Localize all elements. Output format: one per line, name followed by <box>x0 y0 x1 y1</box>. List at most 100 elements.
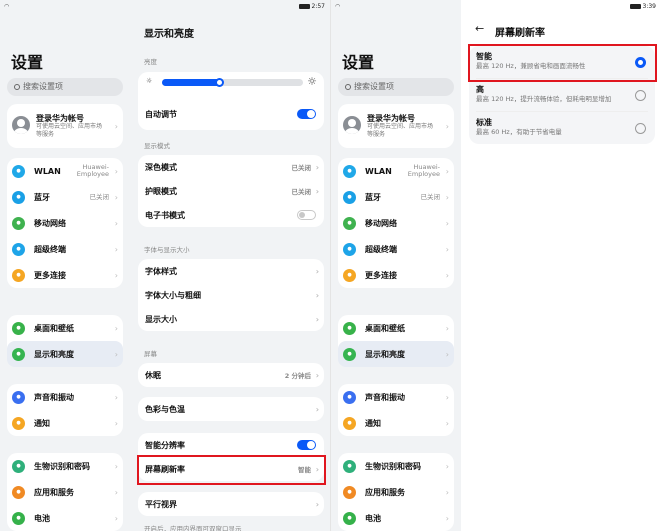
sidebar-item[interactable]: ● WLAN Huawei-Employee › <box>338 158 454 184</box>
parallel-view-hint: 开启后，应用内界面可双窗口显示 <box>144 525 242 531</box>
auto-adjust-label: 自动调节 <box>145 109 177 119</box>
sidebar-item-label: WLAN <box>365 166 392 176</box>
sidebar-item-label: 应用和服务 <box>365 487 405 497</box>
bluetooth-icon: ● <box>12 190 25 204</box>
personalization-group: ● 桌面和壁纸 › ● 显示和亮度 › <box>7 315 123 367</box>
brightness-slider[interactable] <box>162 78 303 87</box>
chevron-right-icon: › <box>114 122 118 131</box>
account-card[interactable]: 登录华为帐号 可使用云空间、应用市场等服务 › <box>338 104 454 148</box>
sidebar-item-label: 移动网络 <box>34 218 66 228</box>
sidebar-item-value: Huawei-Employee <box>76 163 109 178</box>
chevron-right-icon: › <box>445 487 449 497</box>
sleep-item[interactable]: 休眠 2 分钟后 › <box>138 363 324 387</box>
sidebar-item[interactable]: ● 更多连接 › <box>338 262 454 288</box>
smart-resolution-item: 智能分辨率 <box>138 433 324 457</box>
sidebar-item-label: 通知 <box>34 418 50 428</box>
sidebar-item[interactable]: ● 电池 › <box>338 505 454 531</box>
radio-button[interactable] <box>635 123 646 134</box>
sidebar-item[interactable]: ● WLAN Huawei-Employee › <box>7 158 123 184</box>
sidebar-item[interactable]: ● 超级终端 › <box>7 236 123 262</box>
sidebar-item[interactable]: ● 应用和服务 › <box>7 479 123 505</box>
search-input[interactable]: 搜索设置项 <box>338 78 454 96</box>
search-input[interactable]: 搜索设置项 <box>7 78 123 96</box>
font-style-item[interactable]: 字体样式 › <box>138 259 324 283</box>
sidebar-item[interactable]: ● 通知 › <box>7 410 123 436</box>
display-size-item[interactable]: 显示大小 › <box>138 307 324 331</box>
sidebar-item-label: 更多连接 <box>34 270 66 280</box>
sidebar-item[interactable]: ● 电池 › <box>7 505 123 531</box>
chevron-right-icon: › <box>445 323 449 333</box>
screen-section: 屏幕 <box>144 350 157 358</box>
sidebar-item[interactable]: ● 通知 › <box>338 410 454 436</box>
sidebar-item-label: 超级终端 <box>365 244 397 254</box>
option-title: 高 <box>476 85 484 94</box>
sidebar-item-label: 蓝牙 <box>34 192 50 202</box>
sidebar-item[interactable]: ● 蓝牙 已关闭 › <box>338 184 454 210</box>
option-desc: 最高 120 Hz，提升流畅体验，但耗电明显增加 <box>476 95 612 103</box>
wifi-icon: ◠ <box>335 3 341 10</box>
brightness-thumb[interactable] <box>215 78 225 87</box>
color-temp-item[interactable]: 色彩与色温 › <box>138 397 324 421</box>
sidebar-item[interactable]: ● 超级终端 › <box>338 236 454 262</box>
refresh-option[interactable]: 标准 最高 60 Hz，有助于节省电量 <box>469 112 655 144</box>
sidebar-item-label: 显示和亮度 <box>34 349 74 359</box>
search-icon <box>14 84 20 90</box>
chevron-right-icon: › <box>445 349 449 359</box>
sidebar-item[interactable]: ● 生物识别和密码 › <box>7 453 123 479</box>
sidebar-item[interactable]: ● 生物识别和密码 › <box>338 453 454 479</box>
chevron-right-icon: › <box>114 244 118 254</box>
eye-comfort-item[interactable]: 护眼模式 已关闭 › <box>138 179 324 203</box>
chevron-right-icon: › <box>114 461 118 471</box>
display-mode-section: 显示模式 <box>144 142 170 150</box>
refresh-option[interactable]: 高最高 120 Hz，提升流畅体验，但耗电明显增加 <box>469 79 655 111</box>
display-mode-card: 深色模式 已关闭 › 护眼模式 已关闭 › 电子书模式 <box>138 155 324 227</box>
font-size-item[interactable]: 字体大小与粗细 › <box>138 283 324 307</box>
chevron-right-icon: › <box>315 499 319 509</box>
wallpaper-icon: ● <box>343 321 356 335</box>
display-brightness-panel: 2:57 显示和亮度 亮度 ☼ ☼ 自动调节 显示模式 深色模式 已关闭 › 护眼模… <box>130 0 330 531</box>
sidebar-item-label: 生物识别和密码 <box>365 461 421 471</box>
sidebar-item[interactable]: ● 更多连接 › <box>7 262 123 288</box>
account-card[interactable]: 登录华为帐号 可使用云空间、应用市场等服务 › <box>7 104 123 148</box>
key-icon: ● <box>12 459 25 473</box>
settings-title: 设置 <box>342 53 375 72</box>
sidebar-item[interactable]: ● 显示和亮度 › <box>7 341 123 367</box>
back-arrow-icon[interactable]: ← <box>475 22 484 35</box>
brightness-row: ☼ ☼ <box>138 72 324 94</box>
refresh-rate-screen: ◠ 设置 搜索设置项 登录华为帐号 可使用云空间、应用市场等服务 › ● WLAN… <box>331 0 662 531</box>
avatar <box>12 116 30 134</box>
chevron-right-icon: › <box>445 218 449 228</box>
status-time: 2:57 <box>311 3 325 10</box>
sidebar-item-label: 超级终端 <box>34 244 66 254</box>
sun-small-icon: ☼ <box>146 77 153 85</box>
ebook-mode-toggle[interactable] <box>297 210 316 220</box>
sidebar-item[interactable]: ● 声音和振动 › <box>7 384 123 410</box>
super-device-icon: ● <box>343 242 356 256</box>
sidebar-item[interactable]: ● 移动网络 › <box>7 210 123 236</box>
sidebar-item[interactable]: ● 移动网络 › <box>338 210 454 236</box>
option-title: 标准 <box>476 118 492 127</box>
chevron-right-icon: › <box>315 162 319 172</box>
auto-adjust-toggle[interactable] <box>297 109 316 119</box>
chevron-right-icon: › <box>445 392 449 402</box>
refresh-rate-highlight <box>137 455 326 485</box>
sleep-card: 休眠 2 分钟后 › <box>138 363 324 387</box>
sidebar-item[interactable]: ● 应用和服务 › <box>338 479 454 505</box>
sidebar-item[interactable]: ● 桌面和壁纸 › <box>7 315 123 341</box>
sidebar-item[interactable]: ● 桌面和壁纸 › <box>338 315 454 341</box>
dark-mode-item[interactable]: 深色模式 已关闭 › <box>138 155 324 179</box>
parallel-view-item[interactable]: 平行视界 › <box>138 492 324 516</box>
sidebar-item-label: 显示和亮度 <box>365 349 405 359</box>
sidebar-item[interactable]: ● 显示和亮度 › <box>338 341 454 367</box>
security-apps-group: ● 生物识别和密码 › ● 应用和服务 › ● 电池 › <box>338 453 454 531</box>
option-desc: 最高 60 Hz，有助于节省电量 <box>476 128 562 136</box>
key-icon: ● <box>343 459 356 473</box>
sidebar-item[interactable]: ● 声音和振动 › <box>338 384 454 410</box>
chevron-right-icon: › <box>445 513 449 523</box>
bell-icon: ● <box>12 416 25 430</box>
sound-icon: ● <box>343 390 356 404</box>
sun-large-icon: ☼ <box>307 75 317 88</box>
sidebar-item[interactable]: ● 蓝牙 已关闭 › <box>7 184 123 210</box>
radio-button[interactable] <box>635 90 646 101</box>
smart-resolution-toggle[interactable] <box>297 440 316 450</box>
